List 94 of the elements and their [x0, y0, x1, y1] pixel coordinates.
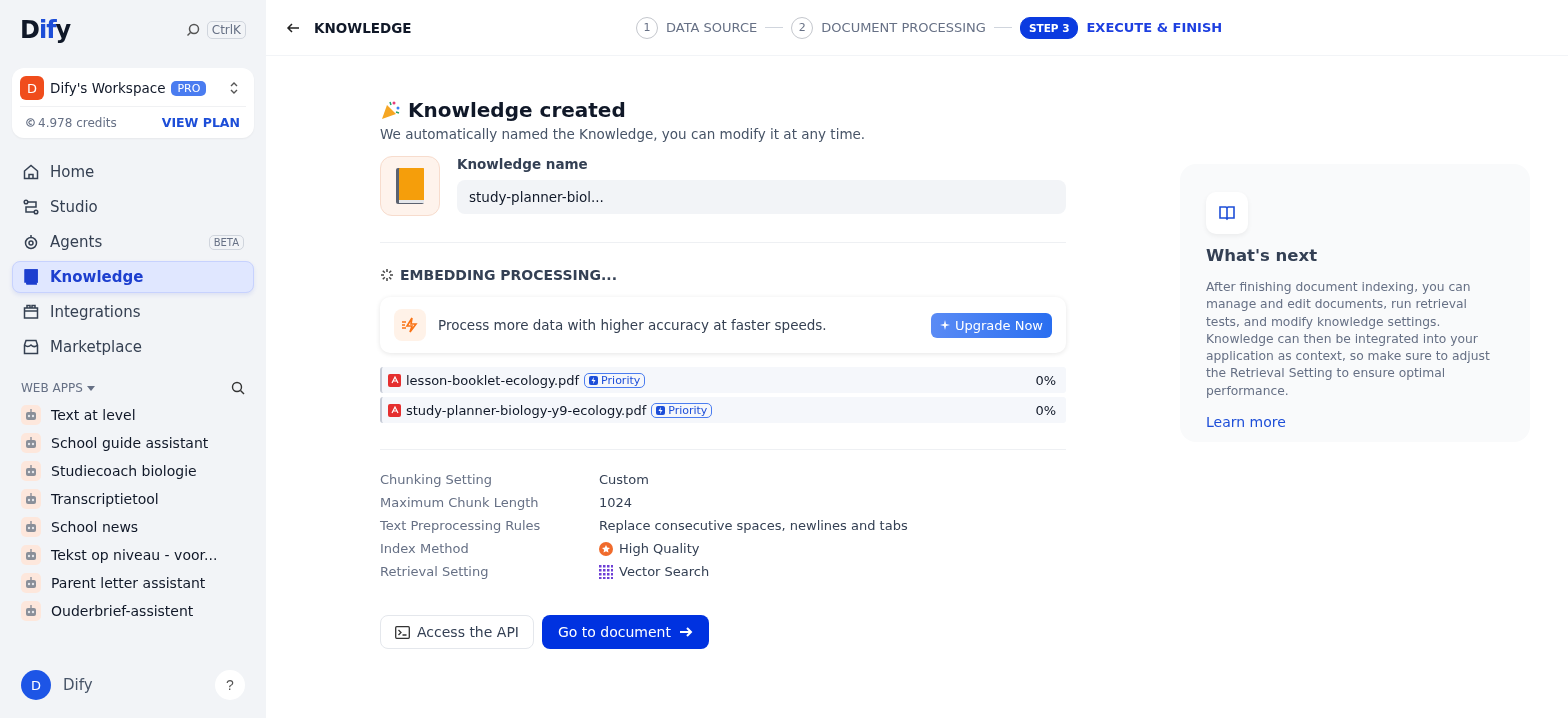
setting-label: Index Method [380, 541, 470, 556]
workflow-icon [22, 198, 40, 216]
nav-item[interactable]: Integrations [12, 296, 254, 328]
sparkle-icon [939, 320, 950, 330]
party-popper-icon [380, 99, 402, 121]
file-name: lesson-booklet-ecology.pdf [406, 372, 580, 388]
card-description: After finishing document indexing, you can manage and edit documents, run retrieval tests, and modify knowledge settings. Knowledge can then be integrated into your application as context, so make sure to adjust the Retrieval Setting to ensure optimal performance. [1206, 279, 1491, 400]
robot-icon [21, 433, 41, 453]
nav-item[interactable]: Knowledge [12, 261, 254, 293]
pdf-file-icon [388, 403, 401, 417]
setting-label: Text Preprocessing Rules [380, 518, 542, 533]
web-app-item[interactable]: Parent letter assistant [21, 573, 245, 593]
book-icon[interactable] [380, 156, 440, 216]
search-icon[interactable] [184, 22, 201, 38]
plan-badge: PRO [171, 80, 207, 96]
logo: Dify [20, 16, 71, 44]
lightning-icon [589, 375, 599, 385]
nav-item[interactable]: Agents BETA [12, 226, 254, 258]
web-app-item[interactable]: School guide assistant [21, 433, 245, 453]
back-link[interactable]: KNOWLEDGE [286, 19, 636, 36]
chevron-up-down-icon[interactable] [228, 80, 240, 96]
setting-label: Maximum Chunk Length [380, 495, 540, 510]
nav-item[interactable]: Home [12, 156, 254, 188]
credits-text: 4.978 credits [38, 115, 117, 130]
knowledge-name-field[interactable]: study-planner-biol... [457, 180, 1066, 214]
arrow-right-icon [678, 625, 693, 639]
web-app-item[interactable]: Transcriptietool [21, 489, 245, 509]
search-icon[interactable] [231, 381, 245, 395]
web-app-item[interactable]: Ouderbrief-assistent [21, 601, 245, 621]
workspace-name: Dify's Workspace [50, 80, 166, 96]
nav-item[interactable]: Studio [12, 191, 254, 223]
robot-icon [21, 405, 41, 425]
web-apps-heading[interactable]: WEB APPS [21, 381, 83, 395]
robot-icon [21, 517, 41, 537]
robot-icon [21, 489, 41, 509]
store-icon [22, 338, 40, 356]
web-app-item[interactable]: Text at level [21, 405, 245, 425]
setting-value: Replace consecutive spaces, newlines and tabs [599, 518, 908, 533]
nav-item[interactable]: Marketplace [12, 331, 254, 363]
setting-value: 1024 [599, 495, 633, 510]
priority-badge: Priority [584, 372, 646, 388]
subtitle: We automatically named the Knowledge, you can modify it at any time. [380, 126, 867, 142]
pdf-file-icon [388, 373, 401, 387]
upgrade-button[interactable]: Upgrade Now [930, 312, 1052, 338]
field-label: Knowledge name [457, 156, 589, 172]
learn-more-link[interactable]: Learn more [1206, 414, 1286, 431]
robot-icon [22, 233, 40, 251]
priority-badge: Priority [651, 402, 713, 418]
setting-value: High Quality [619, 541, 700, 556]
lightning-icon [656, 405, 666, 415]
section-heading: EMBEDDING PROCESSING... [400, 267, 617, 283]
page-title: Knowledge created [408, 98, 626, 122]
web-app-item[interactable]: School news [21, 517, 245, 537]
workspace-avatar: D [20, 76, 44, 100]
user-avatar[interactable]: D [21, 670, 51, 700]
beta-badge: BETA [208, 234, 244, 250]
step-label: EXECUTE & FINISH [1086, 20, 1223, 35]
upsell-text: Process more data with higher accuracy at faster speeds. [438, 317, 827, 333]
book-icon [22, 268, 40, 286]
robot-icon [21, 601, 41, 621]
setting-label: Retrieval Setting [380, 564, 490, 579]
calendar-icon [22, 303, 40, 321]
arrow-left-icon [286, 20, 300, 35]
robot-icon [21, 461, 41, 481]
progress-percent: 0% [1035, 372, 1056, 388]
shortcut-key: CtrlK [206, 21, 246, 39]
robot-icon [21, 545, 41, 565]
setting-value: Vector Search [619, 564, 710, 579]
grid-icon [599, 564, 613, 579]
terminal-icon [395, 625, 410, 639]
setting-value: Custom [599, 472, 649, 487]
access-api-button[interactable]: Access the API [380, 615, 534, 649]
spinner-icon [380, 268, 394, 282]
step-number: STEP 3 [1019, 16, 1079, 39]
step-label: DATA SOURCE [666, 20, 758, 35]
web-app-item[interactable]: Tekst op niveau - voor... [21, 545, 245, 565]
open-book-icon [1206, 192, 1248, 234]
step-label: DOCUMENT PROCESSING [821, 20, 986, 35]
progress-percent: 0% [1035, 402, 1056, 418]
card-title: What's next [1206, 246, 1319, 265]
file-name: study-planner-biology-y9-ecology.pdf [406, 402, 647, 418]
star-badge-icon [599, 541, 613, 556]
workspace-card[interactable]: D Dify's Workspace PRO 4.978 credits VIEW PLAN [12, 68, 254, 138]
view-plan-link[interactable]: VIEW PLAN [161, 115, 240, 130]
user-name: Dify [63, 676, 93, 694]
home-icon [22, 163, 40, 181]
help-button[interactable]: ? [215, 670, 245, 700]
robot-icon [21, 573, 41, 593]
caret-down-icon[interactable] [86, 385, 95, 391]
coin-icon [26, 118, 35, 127]
setting-label: Chunking Setting [380, 472, 494, 487]
web-app-item[interactable]: Studiecoach biologie [21, 461, 245, 481]
go-to-document-button[interactable]: Go to document [541, 615, 709, 649]
lightning-icon [394, 309, 426, 341]
